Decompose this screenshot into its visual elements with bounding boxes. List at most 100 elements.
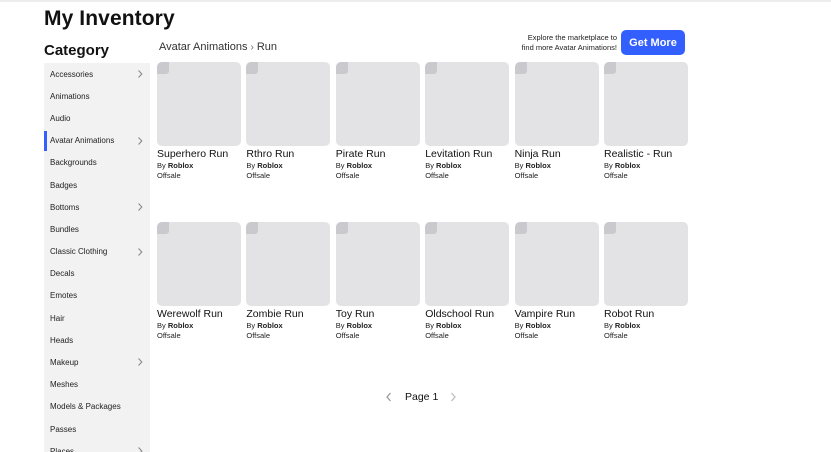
- item-card[interactable]: Zombie Run By Roblox Offsale: [246, 222, 331, 340]
- sidebar-item-bundles[interactable]: Bundles: [44, 218, 150, 240]
- creator-by-label: By: [157, 161, 166, 170]
- sidebar-item-animations[interactable]: Animations: [44, 85, 150, 107]
- item-card[interactable]: Vampire Run By Roblox Offsale: [514, 222, 599, 340]
- sidebar-item-heads[interactable]: Heads: [44, 329, 150, 351]
- top-divider: [0, 0, 831, 2]
- item-thumbnail: [604, 62, 688, 146]
- thumbnail-corner-badge: [514, 222, 527, 234]
- thumbnail-corner-badge: [157, 222, 169, 234]
- page-title: My Inventory: [44, 7, 175, 30]
- sidebar-item-label: Classic Clothing: [50, 247, 108, 257]
- creator-by-label: By: [514, 161, 524, 170]
- creator-name-link[interactable]: Roblox: [257, 161, 282, 170]
- sidebar-item-makeup[interactable]: Makeup: [44, 351, 150, 373]
- pager-prev-button[interactable]: [383, 390, 395, 404]
- creator-name-link[interactable]: Roblox: [347, 321, 372, 330]
- item-name: Werewolf Run: [157, 308, 223, 320]
- sidebar-item-emotes[interactable]: Emotes: [44, 285, 150, 307]
- pager-next-button[interactable]: [447, 390, 459, 404]
- thumbnail-corner-badge: [604, 62, 616, 74]
- chevron-right-icon: [451, 392, 457, 402]
- sidebar-item-label: Accessories: [50, 69, 94, 79]
- chevron-right-icon: [136, 357, 146, 367]
- chevron-right-icon: [136, 202, 146, 212]
- category-heading: Category: [44, 42, 110, 59]
- sidebar-item-classic-clothing[interactable]: Classic Clothing: [44, 241, 150, 263]
- category-sidebar: Accessories Animations Audio Avatar Animati…: [44, 63, 150, 452]
- thumbnail-corner-badge: [514, 62, 527, 74]
- item-card[interactable]: Realistic - Run By Roblox Offsale: [604, 62, 688, 180]
- item-creator: By Roblox: [604, 161, 688, 170]
- item-creator: By Roblox: [157, 161, 241, 170]
- creator-name-link[interactable]: Roblox: [168, 161, 193, 170]
- creator-name-link[interactable]: Roblox: [615, 321, 640, 330]
- sidebar-item-label: Audio: [50, 113, 71, 123]
- item-thumbnail: [157, 222, 241, 306]
- thumbnail-corner-badge: [246, 222, 259, 234]
- item-status: Offsale: [157, 331, 181, 340]
- item-name: Vampire Run: [514, 308, 576, 320]
- sidebar-item-label: Backgrounds: [50, 158, 97, 168]
- item-thumbnail: [246, 222, 331, 306]
- sidebar-item-meshes[interactable]: Meshes: [44, 374, 150, 396]
- sidebar-item-badges[interactable]: Badges: [44, 174, 150, 196]
- item-creator: By Roblox: [246, 321, 330, 330]
- item-status: Offsale: [335, 331, 360, 340]
- item-card[interactable]: Levitation Run By Roblox Offsale: [425, 62, 510, 180]
- sidebar-item-label: Hair: [50, 313, 65, 323]
- item-card[interactable]: Robot Run By Roblox Offsale: [604, 222, 688, 340]
- creator-name-link[interactable]: Roblox: [615, 161, 640, 170]
- chevron-right-icon: [136, 136, 146, 146]
- sidebar-item-backgrounds[interactable]: Backgrounds: [44, 152, 150, 174]
- creator-name-link[interactable]: Roblox: [347, 161, 372, 170]
- item-status: Offsale: [157, 171, 181, 180]
- sidebar-item-label: Makeup: [50, 358, 79, 368]
- item-card[interactable]: Pirate Run By Roblox Offsale: [335, 62, 420, 180]
- item-name: Ninja Run: [514, 148, 561, 160]
- creator-name-link[interactable]: Roblox: [168, 321, 193, 330]
- sidebar-item-audio[interactable]: Audio: [44, 107, 150, 129]
- breadcrumb-parent-link[interactable]: Avatar Animations: [159, 41, 247, 53]
- sidebar-item-decals[interactable]: Decals: [44, 263, 150, 285]
- sidebar-item-bottoms[interactable]: Bottoms: [44, 196, 150, 218]
- item-name: Pirate Run: [335, 148, 386, 160]
- item-name: Levitation Run: [425, 148, 493, 160]
- item-thumbnail: [604, 222, 688, 306]
- creator-name-link[interactable]: Roblox: [257, 321, 282, 330]
- sidebar-item-label: Decals: [50, 269, 75, 279]
- creator-name-link[interactable]: Roblox: [436, 161, 461, 170]
- item-thumbnail: [514, 222, 599, 306]
- sidebar-item-models-and-packages[interactable]: Models & Packages: [44, 396, 150, 418]
- sidebar-item-label: Places: [50, 446, 75, 452]
- item-card[interactable]: Oldschool Run By Roblox Offsale: [425, 222, 510, 340]
- item-name: Superhero Run: [157, 148, 229, 160]
- get-more-button[interactable]: Get More: [621, 30, 685, 55]
- creator-name-link[interactable]: Roblox: [436, 321, 461, 330]
- item-card[interactable]: Toy Run By Roblox Offsale: [335, 222, 420, 340]
- item-creator: By Roblox: [604, 321, 688, 330]
- item-card[interactable]: Ninja Run By Roblox Offsale: [514, 62, 599, 180]
- sidebar-item-accessories[interactable]: Accessories: [44, 63, 150, 85]
- sidebar-item-label: Passes: [50, 424, 77, 434]
- item-thumbnail: [157, 62, 241, 146]
- sidebar-item-label: Heads: [50, 335, 74, 345]
- sidebar-item-places[interactable]: Places: [44, 440, 150, 452]
- item-status: Offsale: [514, 331, 539, 340]
- sidebar-item-hair[interactable]: Hair: [44, 307, 150, 329]
- item-card[interactable]: Rthro Run By Roblox Offsale: [246, 62, 331, 180]
- thumbnail-corner-badge: [335, 222, 348, 234]
- item-card[interactable]: Superhero Run By Roblox Offsale: [157, 62, 241, 180]
- creator-name-link[interactable]: Roblox: [525, 321, 550, 330]
- item-name: Robot Run: [604, 308, 655, 320]
- sidebar-item-label: Meshes: [50, 380, 79, 390]
- sidebar-item-label: Badges: [50, 180, 78, 190]
- sidebar-item-passes[interactable]: Passes: [44, 418, 150, 440]
- thumbnail-corner-badge: [604, 222, 616, 234]
- promo-line-2: find more Avatar Animations!: [521, 42, 617, 52]
- sidebar-item-label: Models & Packages: [50, 402, 121, 412]
- chevron-right-icon: [136, 69, 146, 79]
- item-card[interactable]: Werewolf Run By Roblox Offsale: [157, 222, 241, 340]
- creator-name-link[interactable]: Roblox: [525, 161, 550, 170]
- sidebar-item-avatar-animations[interactable]: Avatar Animations: [44, 130, 150, 152]
- promo-line-1: Explore the marketplace to: [527, 33, 617, 42]
